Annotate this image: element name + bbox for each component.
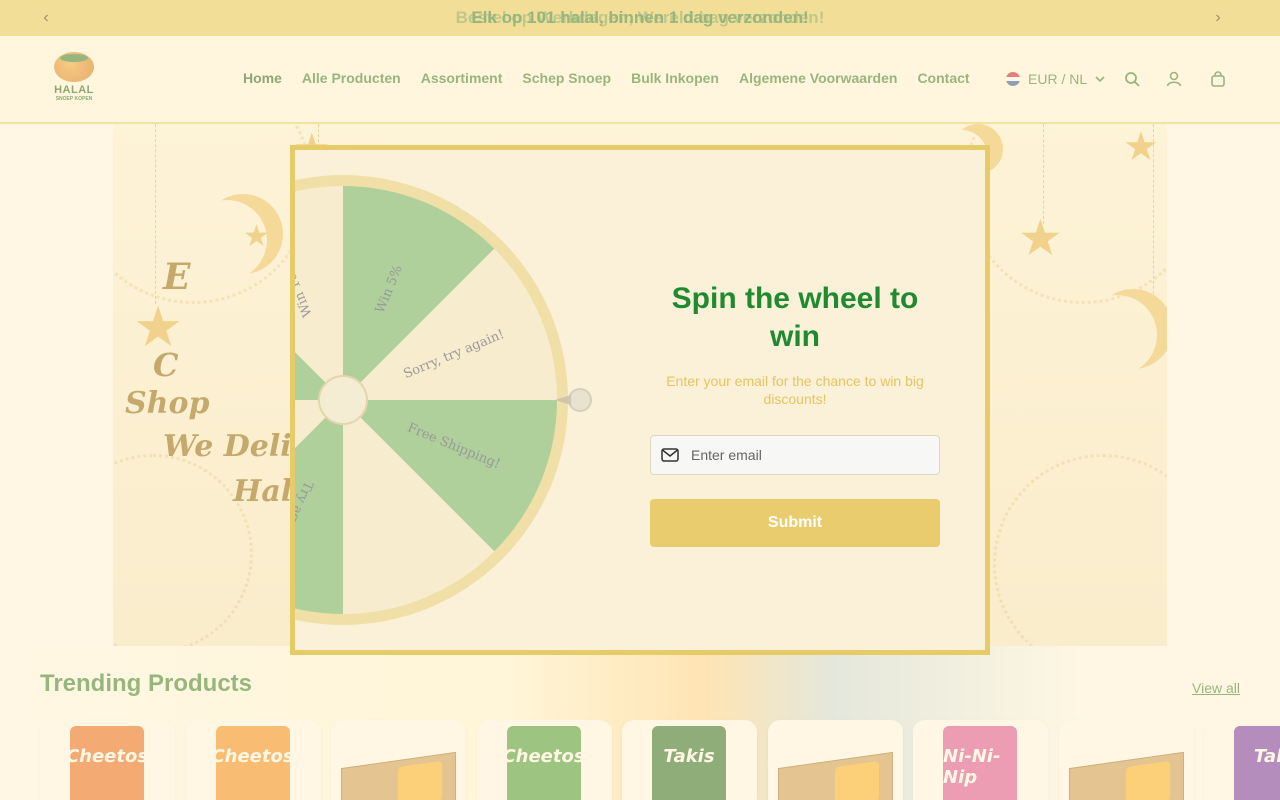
mail-icon [661,448,679,462]
wheel-center-logo [318,375,368,425]
spin-wheel-popup: Win 5% Sorry, try again! Free Shipping! Try… [290,145,990,655]
submit-button[interactable]: Submit [650,499,940,547]
prize-wheel[interactable]: Win 5% Sorry, try again! Free Shipping! Try… [295,150,595,650]
popup-title: Spin the wheel to win [671,282,919,353]
email-input[interactable] [691,447,921,463]
popup-subtitle: Enter your email for the chance to win b… [666,373,924,407]
email-field[interactable] [650,435,940,475]
